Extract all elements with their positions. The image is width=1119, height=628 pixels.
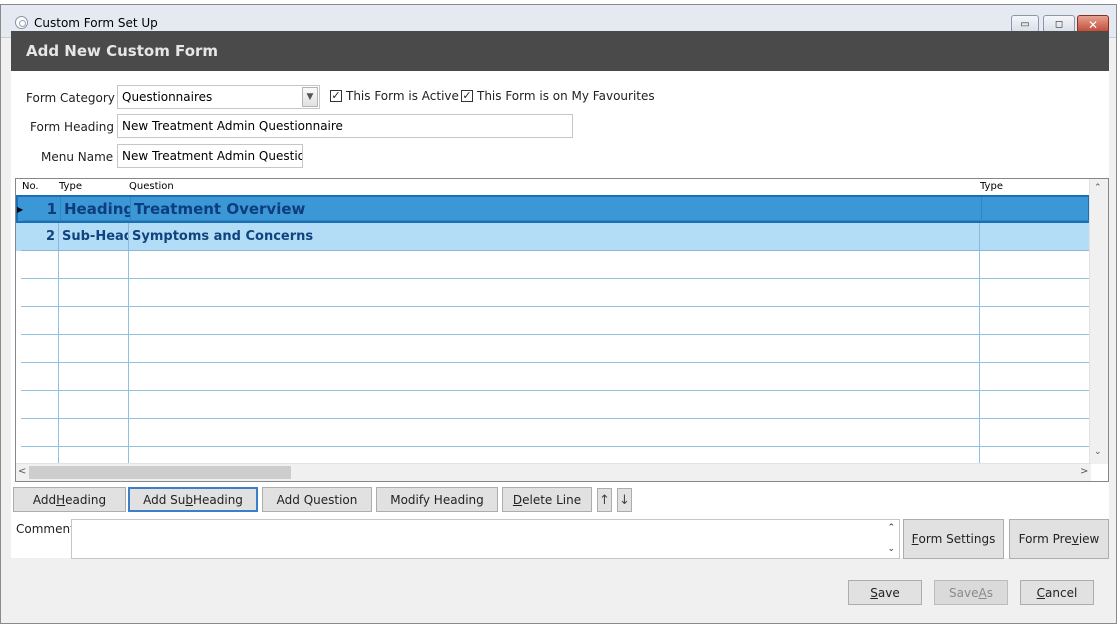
chevron-down-icon[interactable]: ▼ [302, 87, 318, 107]
column-header-type[interactable]: Type [59, 181, 82, 192]
menu-name-input[interactable]: New Treatment Admin Questio [117, 144, 303, 168]
form-category-select[interactable]: Questionnaires ▼ [117, 85, 320, 109]
grid-header: No. Type Question Type [16, 179, 1091, 196]
row-number: 2 [21, 223, 59, 251]
delete-line-button[interactable]: Delete Line [502, 487, 592, 512]
row-type-2 [982, 197, 1092, 221]
table-row[interactable] [16, 335, 1090, 363]
form-settings-button[interactable]: Form Settings [903, 519, 1004, 559]
grid-horizontal-scrollbar[interactable]: < > [16, 463, 1091, 481]
menu-name-label: Menu Name [41, 150, 114, 164]
horizontal-scroll-thumb[interactable] [29, 466, 291, 479]
cancel-button[interactable]: Cancel [1020, 580, 1094, 605]
restore-icon: ◻ [1054, 19, 1064, 30]
row-type: Heading [61, 197, 131, 221]
menu-name-value: New Treatment Admin Questio [122, 149, 303, 163]
modify-heading-button[interactable]: Modify Heading [376, 487, 498, 512]
table-row[interactable] [16, 419, 1090, 447]
comments-textarea[interactable]: ⌃ ⌄ [71, 519, 900, 559]
add-heading-button[interactable]: Add Heading [13, 487, 126, 512]
save-button[interactable]: Save [848, 580, 922, 605]
favourites-label: This Form is on My Favourites [477, 89, 655, 103]
row-question: Treatment Overview [131, 197, 982, 221]
scroll-left-icon[interactable]: < [18, 466, 26, 477]
form-heading-label: Form Heading [30, 120, 114, 134]
arrow-down-icon: ↓ [619, 492, 630, 508]
form-preview-button[interactable]: Form Pre v iew [1009, 519, 1109, 559]
save-as-button[interactable]: Save As [934, 580, 1008, 605]
scroll-down-icon[interactable]: ⌄ [887, 544, 895, 554]
row-selector-icon: ▶ [17, 205, 24, 214]
table-row[interactable] [16, 251, 1090, 279]
column-header-no[interactable]: No. [22, 181, 39, 192]
table-row[interactable]: 1 Heading Treatment Overview [16, 195, 1092, 223]
active-checkbox[interactable]: ✓ This Form is Active [330, 89, 459, 103]
row-type-2 [980, 223, 1090, 251]
table-row[interactable] [16, 279, 1090, 307]
scroll-up-icon[interactable]: ⌃ [1094, 183, 1102, 193]
grid-vertical-scrollbar[interactable]: ⌃ ⌄ [1089, 179, 1108, 464]
form-header-bar: Add New Custom Form [11, 31, 1109, 71]
table-row[interactable] [16, 307, 1090, 335]
page-title: Add New Custom Form [26, 42, 219, 60]
add-sub-heading-button[interactable]: Add Su b Heading [128, 487, 258, 512]
move-up-button[interactable]: ↑ [597, 488, 612, 512]
app-icon [15, 16, 28, 29]
scroll-right-icon[interactable]: > [1080, 466, 1088, 477]
checkbox-active-icon: ✓ [330, 89, 342, 102]
favourites-checkbox[interactable]: ✓ This Form is on My Favourites [461, 89, 655, 103]
form-category-value: Questionnaires [122, 90, 213, 104]
row-question: Symptoms and Concerns [129, 223, 980, 251]
questions-grid[interactable]: No. Type Question Type 1 Heading Treatme… [15, 178, 1109, 482]
add-question-button[interactable]: Add Question [262, 487, 372, 512]
form-category-label: Form Category [26, 91, 115, 105]
scroll-down-icon[interactable]: ⌄ [1094, 447, 1102, 457]
column-header-question[interactable]: Question [129, 181, 174, 192]
form-heading-value: New Treatment Admin Questionnaire [122, 119, 343, 133]
row-number: 1 [23, 197, 61, 221]
arrow-up-icon: ↑ [599, 492, 610, 508]
minimize-icon: ▭ [1020, 19, 1030, 30]
move-down-button[interactable]: ↓ [617, 488, 632, 512]
window-title: Custom Form Set Up [34, 16, 158, 30]
column-header-type-2[interactable]: Type [980, 181, 1003, 192]
active-label: This Form is Active [346, 89, 459, 103]
table-row[interactable] [16, 447, 1090, 464]
row-type: Sub-Headi [59, 223, 129, 251]
form-heading-input[interactable]: New Treatment Admin Questionnaire [117, 114, 573, 138]
table-row[interactable] [16, 391, 1090, 419]
close-icon: ✕ [1087, 17, 1099, 32]
scroll-up-icon[interactable]: ⌃ [887, 523, 895, 533]
table-row[interactable] [16, 363, 1090, 391]
checkbox-favourites-icon: ✓ [461, 89, 473, 102]
table-row[interactable]: 2 Sub-Headi Symptoms and Concerns [16, 223, 1090, 251]
